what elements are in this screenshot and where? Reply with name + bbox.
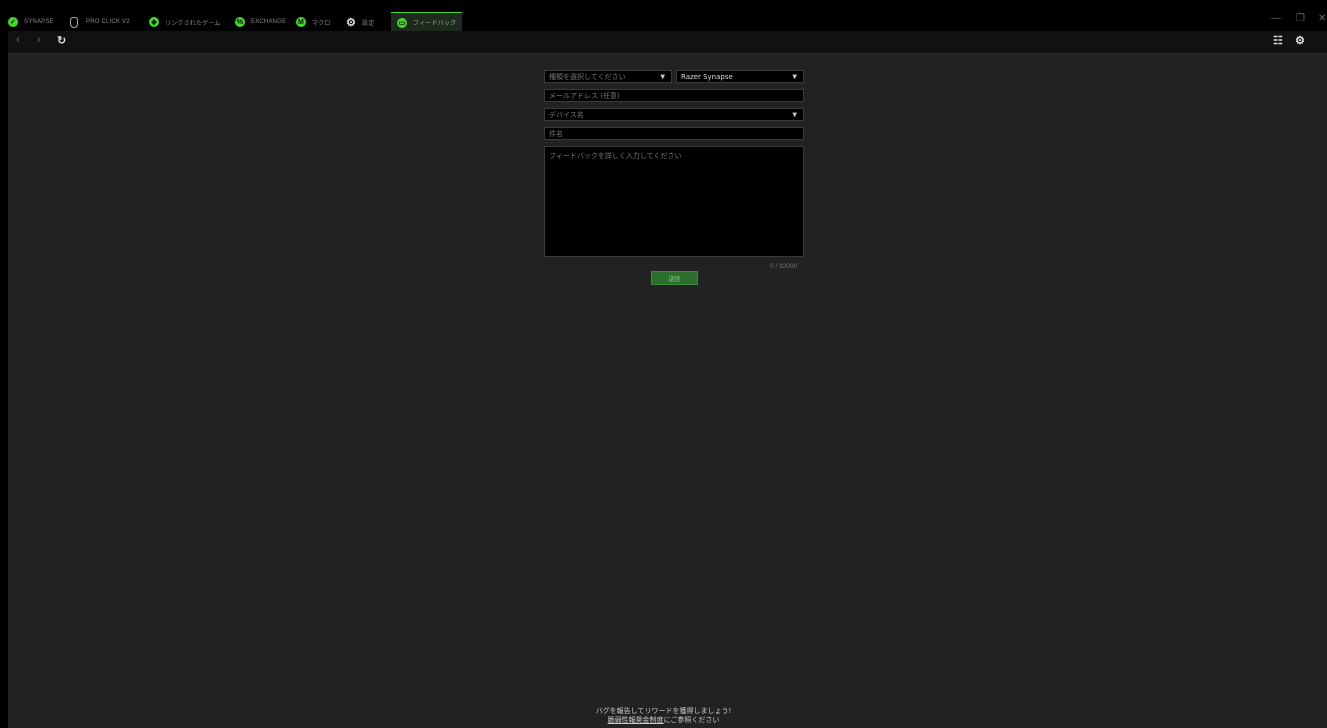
tab-label: PRO CLICK V2 — [86, 19, 130, 25]
tab-feedback[interactable]: ▭ フィードバック — [391, 12, 463, 32]
email-placeholder: メールアドレス (任意) — [549, 91, 620, 100]
chevron-down-icon: ▼ — [792, 111, 797, 118]
bug-bounty-link[interactable]: 脆弱性報奨金制度 — [608, 716, 664, 724]
tab-settings[interactable]: ⚙ 設定 — [346, 13, 374, 31]
title-strip — [0, 0, 1327, 10]
forward-icon[interactable]: › — [37, 34, 41, 46]
restore-icon[interactable]: ❐ — [1296, 13, 1305, 24]
tab-synapse[interactable]: ✓ SYNAPSE — [8, 13, 54, 31]
tab-label: EXCHANGE — [251, 19, 287, 25]
feedback-icon: ▭ — [397, 17, 407, 28]
feedback-textarea[interactable]: フィードバックを詳しく入力してください — [544, 146, 804, 257]
razer-logo-icon: ✓ — [8, 17, 18, 27]
tab-bar: ✓ SYNAPSE PRO CLICK V2 ◆ リンクされたゲーム % EXC… — [8, 10, 1327, 32]
product-select[interactable]: Razer Synapse ▼ — [676, 70, 804, 83]
product-select-text: Razer Synapse — [681, 72, 733, 81]
email-field[interactable]: メールアドレス (任意) — [544, 89, 804, 102]
send-button-label: 送信 — [668, 276, 681, 283]
device-select[interactable]: デバイス名 ▼ — [544, 108, 804, 121]
tab-label: 設定 — [362, 20, 375, 27]
feedback-placeholder: フィードバックを詳しく入力してください — [549, 152, 682, 160]
tab-macro[interactable]: M マクロ — [296, 13, 331, 31]
tab-label: SYNAPSE — [24, 19, 54, 25]
character-counter: 0 / 32000 — [770, 263, 798, 270]
subject-placeholder: 件名 — [549, 129, 563, 138]
exchange-icon: % — [235, 17, 245, 27]
gear-icon: ⚙ — [345, 16, 357, 29]
tab-pro-click-v2[interactable]: PRO CLICK V2 — [70, 13, 130, 31]
chevron-down-icon: ▼ — [660, 73, 665, 80]
navigation-bar: ‹ › ↻ ☷ ⚙ — [8, 31, 1327, 54]
tab-label: フィードバック — [413, 21, 457, 27]
tab-exchange[interactable]: % EXCHANGE — [235, 13, 286, 31]
category-select[interactable]: 種類を選択してください ▼ — [544, 70, 672, 83]
tab-label: リンクされたゲーム — [165, 20, 221, 27]
bug-bounty-line: 脆弱性報奨金制度にご参照ください — [0, 715, 1327, 725]
category-select-text: 種類を選択してください — [549, 72, 626, 81]
bug-bounty-suffix: にご参照ください — [663, 716, 720, 724]
send-button[interactable]: 送信 — [651, 271, 698, 285]
gamepad-icon: ◆ — [149, 17, 159, 27]
chevron-down-icon: ▼ — [792, 73, 797, 80]
apps-grid-icon[interactable]: ☷ — [1273, 34, 1283, 47]
minimize-icon[interactable]: — — [1271, 13, 1281, 24]
back-icon[interactable]: ‹ — [16, 34, 20, 46]
device-select-text: デバイス名 — [549, 110, 584, 119]
refresh-icon[interactable]: ↻ — [57, 34, 66, 47]
subject-field[interactable]: 件名 — [544, 127, 804, 140]
close-icon[interactable]: ✕ — [1318, 13, 1326, 24]
tab-label: マクロ — [312, 20, 331, 27]
macro-icon: M — [296, 17, 306, 27]
settings-icon[interactable]: ⚙ — [1295, 34, 1305, 47]
mouse-icon — [70, 16, 78, 28]
tab-linked-games[interactable]: ◆ リンクされたゲーム — [149, 13, 221, 31]
